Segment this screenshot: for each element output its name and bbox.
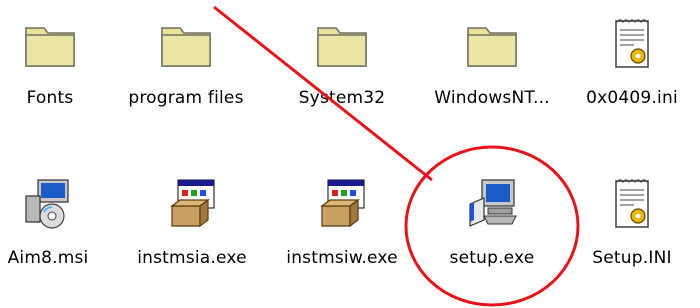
file-program-files[interactable]: program files — [116, 0, 256, 130]
folder-icon — [467, 27, 517, 67]
file-label: Aim8.msi — [7, 248, 89, 268]
ini-file-icon — [615, 179, 649, 228]
folder-icon — [161, 27, 211, 67]
file-system32[interactable]: System32 — [272, 0, 412, 130]
installer-exe-icon — [170, 179, 215, 228]
file-label: 0x0409.ini — [586, 88, 678, 108]
file-label: setup.exe — [449, 248, 535, 268]
file-instmsia-exe[interactable]: instmsia.exe — [122, 160, 262, 290]
file-windowsnt[interactable]: WindowsNT... — [422, 0, 562, 130]
file-setup-ini[interactable]: Setup.INI — [562, 160, 700, 290]
file-label: Setup.INI — [592, 248, 672, 268]
file-label: System32 — [298, 88, 386, 108]
folder-icon — [317, 27, 367, 67]
installer-exe-icon — [320, 179, 365, 228]
file-label: WindowsNT... — [434, 88, 550, 108]
file-setup-exe[interactable]: setup.exe — [422, 160, 562, 290]
file-instmsiw-exe[interactable]: instmsiw.exe — [272, 160, 412, 290]
folder-icon — [25, 27, 75, 67]
file-aim8-msi[interactable]: Aim8.msi — [0, 160, 118, 290]
file-label: instmsiw.exe — [286, 248, 398, 268]
file-label: program files — [128, 88, 244, 108]
file-fonts[interactable]: Fonts — [0, 0, 120, 130]
setup-exe-icon — [469, 179, 517, 227]
file-label: Fonts — [26, 88, 74, 108]
ini-file-icon — [615, 19, 649, 68]
msi-installer-icon — [25, 179, 69, 229]
file-0x0409-ini[interactable]: 0x0409.ini — [562, 0, 700, 130]
file-label: instmsia.exe — [137, 248, 247, 268]
